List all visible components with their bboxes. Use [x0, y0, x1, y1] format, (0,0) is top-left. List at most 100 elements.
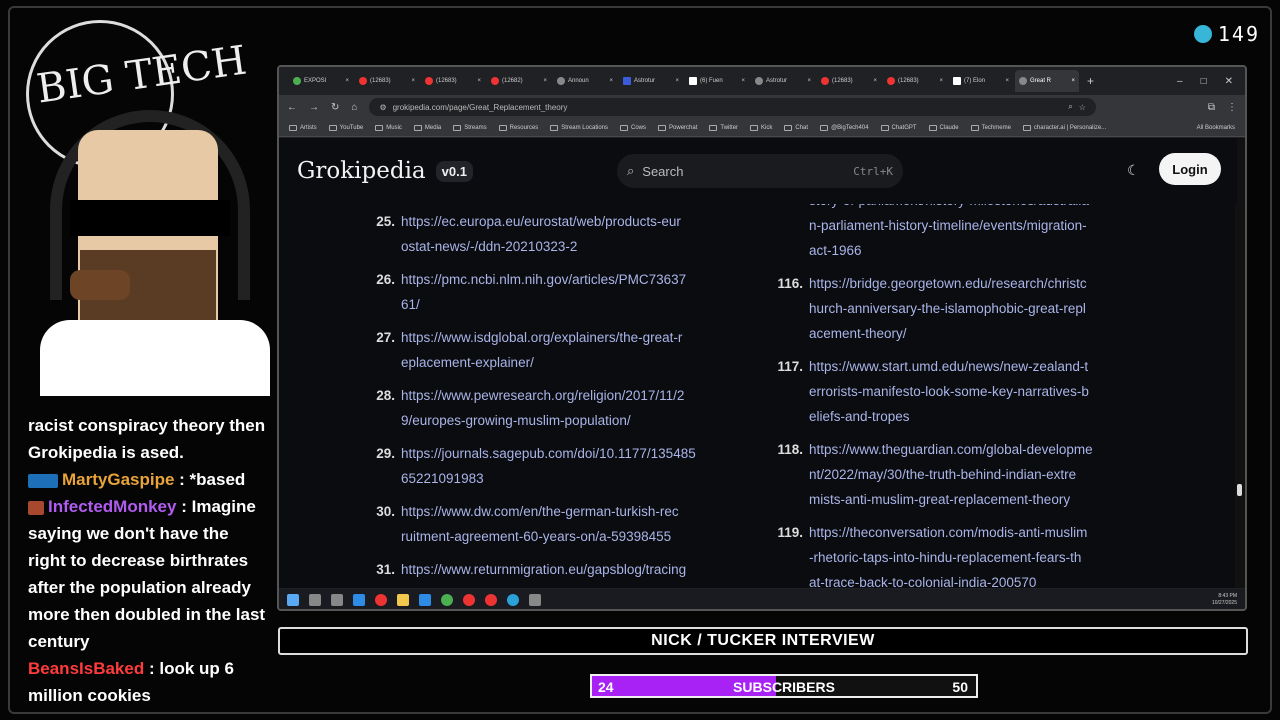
bookmark-item[interactable]: Claude: [928, 124, 959, 131]
browser-tab[interactable]: Astrotur ×: [619, 70, 683, 92]
bookmark-item[interactable]: Techmeme: [970, 124, 1011, 131]
reference-link[interactable]: https://ec.europa.eu/eurostat/web/produc…: [401, 209, 681, 259]
browser-tab[interactable]: (12682) ×: [487, 70, 551, 92]
site-info-icon[interactable]: ⚙: [379, 103, 386, 112]
bookmark-label: Claude: [939, 124, 959, 131]
bookmark-item[interactable]: Powerchat: [658, 124, 697, 131]
bookmark-item[interactable]: Twitter: [709, 124, 738, 131]
taskbar-search-icon[interactable]: [309, 594, 321, 606]
bookmark-item[interactable]: Resources: [498, 124, 538, 131]
reference-link-line: hurch-anniversary-the-islamophobic-great…: [809, 301, 1086, 316]
tab-close-icon[interactable]: ×: [345, 78, 349, 84]
tab-close-icon[interactable]: ×: [543, 78, 547, 84]
bookmark-item[interactable]: character.ai | Personalize...: [1022, 124, 1106, 131]
tab-label: (12683): [436, 78, 457, 84]
tab-close-icon[interactable]: ×: [1005, 78, 1009, 84]
chat-username[interactable]: MartyGaspipe: [62, 470, 174, 489]
browser-tab[interactable]: (12683) ×: [355, 70, 419, 92]
address-bar[interactable]: ⚙ grokipedia.com/page/Great_Replacement_…: [369, 98, 1096, 116]
scrollbar-thumb[interactable]: [1237, 484, 1242, 496]
tab-close-icon[interactable]: ×: [939, 78, 943, 84]
bookmark-label: Kick: [761, 124, 773, 131]
x-icon[interactable]: [529, 594, 541, 606]
bookmark-item[interactable]: Artists: [289, 124, 317, 131]
folder-icon: [970, 124, 979, 131]
tab-close-icon[interactable]: ×: [411, 78, 415, 84]
browser-tab[interactable]: Announ ×: [553, 70, 617, 92]
site-title[interactable]: Grokipedia: [297, 158, 426, 184]
browser-tab[interactable]: Great R ×: [1015, 70, 1079, 92]
reference-link[interactable]: https://www.theguardian.com/global-devel…: [809, 437, 1093, 512]
reference-link[interactable]: https://pmc.ncbi.nlm.nih.gov/articles/PM…: [401, 267, 686, 317]
tab-close-icon[interactable]: ×: [741, 78, 745, 84]
bookmark-item[interactable]: Kick: [750, 124, 773, 131]
bookmark-item[interactable]: Chat: [784, 124, 808, 131]
reference-link[interactable]: https://www.returnmigration.eu/gapsblog/…: [401, 557, 686, 582]
reference-number: 30.: [376, 504, 395, 519]
reference-link[interactable]: https://theconversation.com/modis-anti-m…: [809, 520, 1087, 588]
search-shortcut: Ctrl+K: [853, 164, 893, 178]
telegram-icon[interactable]: [507, 594, 519, 606]
zoom-icon[interactable]: ⌕: [1068, 102, 1072, 112]
close-window-icon[interactable]: ✕: [1225, 76, 1233, 87]
menu-icon[interactable]: ⋮: [1227, 102, 1237, 113]
file-explorer-icon[interactable]: [397, 594, 409, 606]
new-tab-icon[interactable]: +: [1081, 74, 1100, 88]
extensions-icon[interactable]: ⧉: [1208, 102, 1215, 113]
reference-link[interactable]: https://www.dw.com/en/the-german-turkish…: [401, 499, 679, 549]
reference-link-line: https://ec.europa.eu/eurostat/web/produc…: [401, 214, 681, 229]
bookmark-star-icon[interactable]: ☆: [1079, 103, 1086, 112]
tab-close-icon[interactable]: ×: [807, 78, 811, 84]
bookmark-item[interactable]: @BigTech404: [820, 124, 869, 131]
chat-username[interactable]: InfectedMonkey: [48, 497, 176, 516]
browser-tab[interactable]: Astrotur ×: [751, 70, 815, 92]
minimize-icon[interactable]: –: [1177, 76, 1183, 87]
bookmark-item[interactable]: ChatGPT: [880, 124, 917, 131]
reference-link[interactable]: https://bridge.georgetown.edu/research/c…: [809, 271, 1087, 346]
taskbar-app-icon[interactable]: [375, 594, 387, 606]
tab-label: Astrotur: [766, 78, 788, 84]
back-icon[interactable]: ←: [287, 102, 297, 113]
search-input[interactable]: ⌕ Search Ctrl+K: [617, 154, 903, 188]
moon-icon[interactable]: ☾: [1127, 162, 1140, 179]
home-icon[interactable]: ⌂: [351, 102, 357, 113]
task-view-icon[interactable]: [331, 594, 343, 606]
browser-tab[interactable]: (12683) ×: [883, 70, 947, 92]
maximize-icon[interactable]: □: [1201, 76, 1207, 87]
reload-icon[interactable]: ↻: [331, 102, 339, 113]
bookmark-item[interactable]: Media: [413, 124, 441, 131]
browser-tab[interactable]: (12683) ×: [421, 70, 485, 92]
browser-tab[interactable]: (7) Elon ×: [949, 70, 1013, 92]
steam-icon[interactable]: [419, 594, 431, 606]
tab-close-icon[interactable]: ×: [1071, 78, 1075, 84]
login-button[interactable]: Login: [1159, 153, 1221, 185]
taskbar-clock[interactable]: 8:43 PM 10/27/2025: [1212, 593, 1237, 607]
reference-link[interactable]: https://www.pewresearch.org/religion/201…: [401, 383, 684, 433]
reference-link[interactable]: https://journals.sagepub.com/doi/10.1177…: [401, 441, 696, 491]
tab-close-icon[interactable]: ×: [609, 78, 613, 84]
folder-icon: [328, 124, 337, 131]
windows-start-icon[interactable]: [287, 594, 299, 606]
bookmark-item[interactable]: Streams: [453, 124, 487, 131]
reference-link[interactable]: https://www.isdglobal.org/explainers/the…: [401, 325, 682, 375]
chrome-icon[interactable]: [441, 594, 453, 606]
bookmark-item[interactable]: Music: [375, 124, 402, 131]
chat-username[interactable]: BeansIsBaked: [28, 659, 144, 678]
bookmark-item[interactable]: YouTube: [328, 124, 363, 131]
tab-close-icon[interactable]: ×: [675, 78, 679, 84]
page-scrollbar[interactable]: [1235, 138, 1245, 588]
bookmark-item[interactable]: Stream Locations: [550, 124, 608, 131]
all-bookmarks-button[interactable]: All Bookmarks: [1197, 125, 1235, 131]
reference-link[interactable]: https://www.start.umd.edu/news/new-zeala…: [809, 354, 1089, 429]
obs-icon[interactable]: [463, 594, 475, 606]
tab-close-icon[interactable]: ×: [873, 78, 877, 84]
tab-close-icon[interactable]: ×: [477, 78, 481, 84]
browser-tab[interactable]: (12683) ×: [817, 70, 881, 92]
bookmark-item[interactable]: Cows: [620, 124, 646, 131]
taskbar-app-icon[interactable]: [353, 594, 365, 606]
subscriber-goal-bar: SUBSCRIBERS 24 50: [590, 674, 978, 698]
browser-tab[interactable]: EXPOSI ×: [289, 70, 353, 92]
taskbar-app-icon[interactable]: [485, 594, 497, 606]
forward-icon[interactable]: →: [309, 102, 319, 113]
browser-tab[interactable]: (6) Fuen ×: [685, 70, 749, 92]
